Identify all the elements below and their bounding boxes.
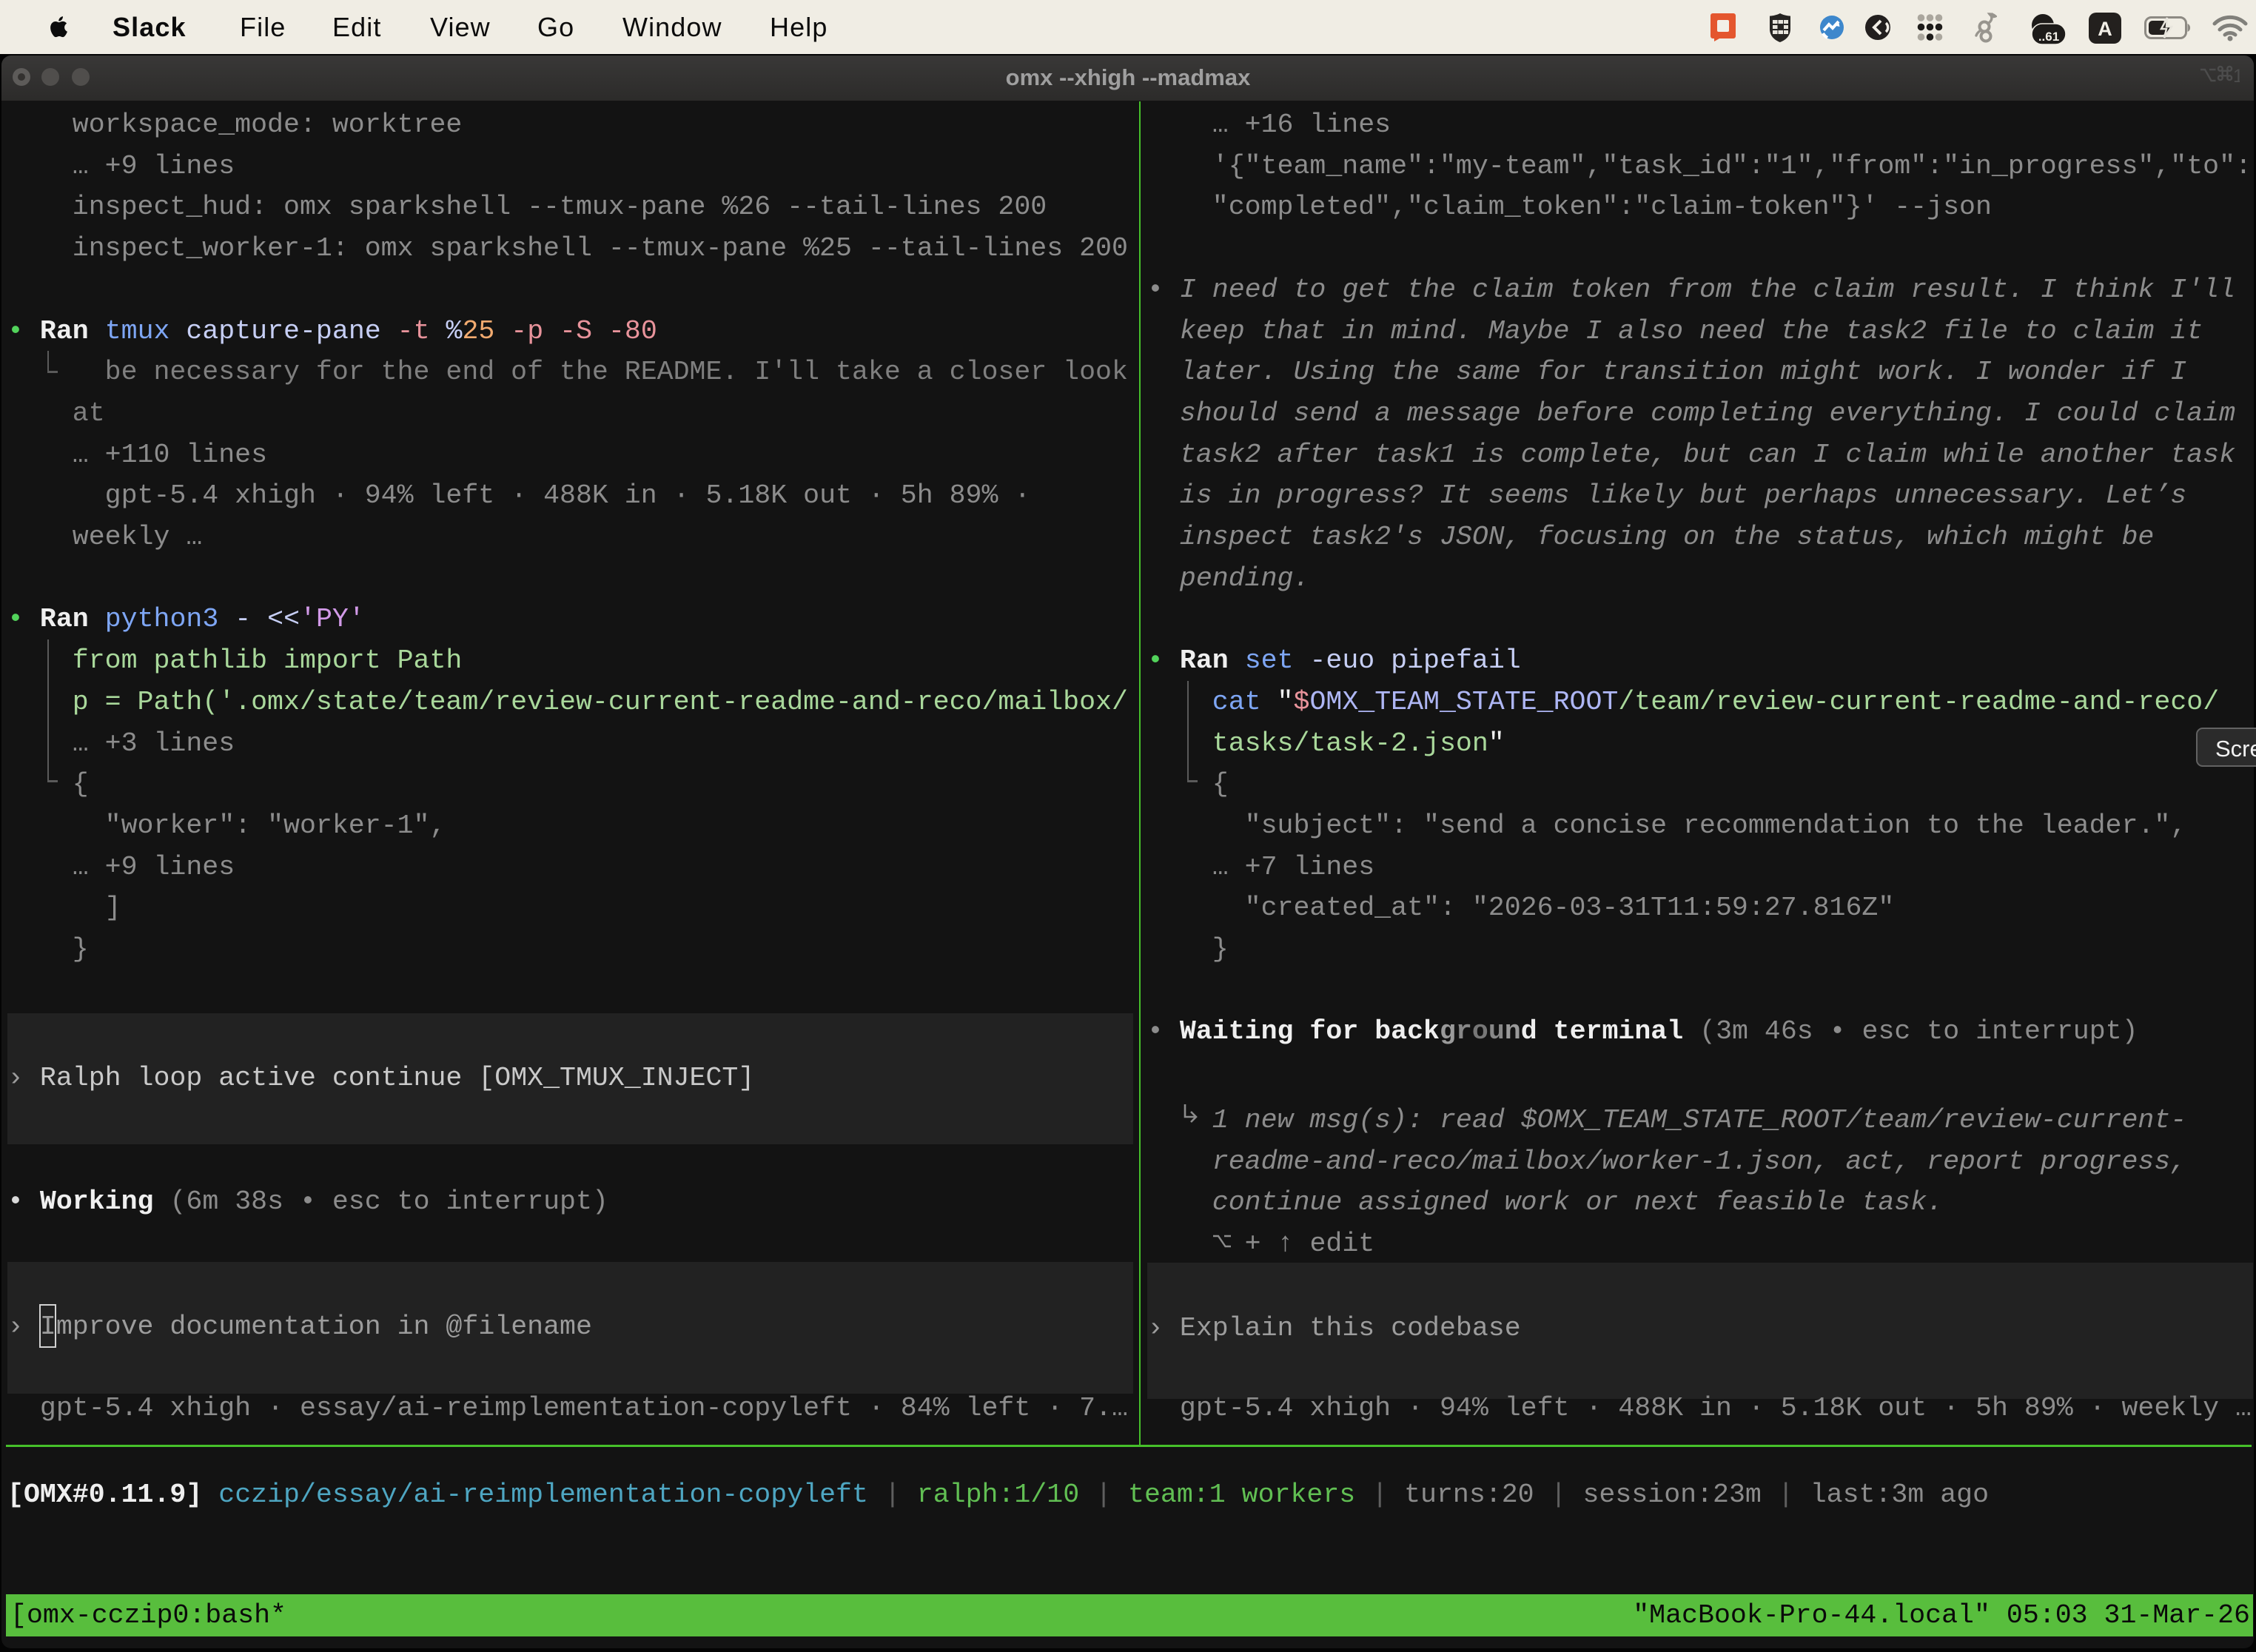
- svg-text:A: A: [2098, 18, 2112, 40]
- svg-text:..61: ..61: [2038, 30, 2059, 44]
- svg-text:1: 1: [2233, 66, 2240, 86]
